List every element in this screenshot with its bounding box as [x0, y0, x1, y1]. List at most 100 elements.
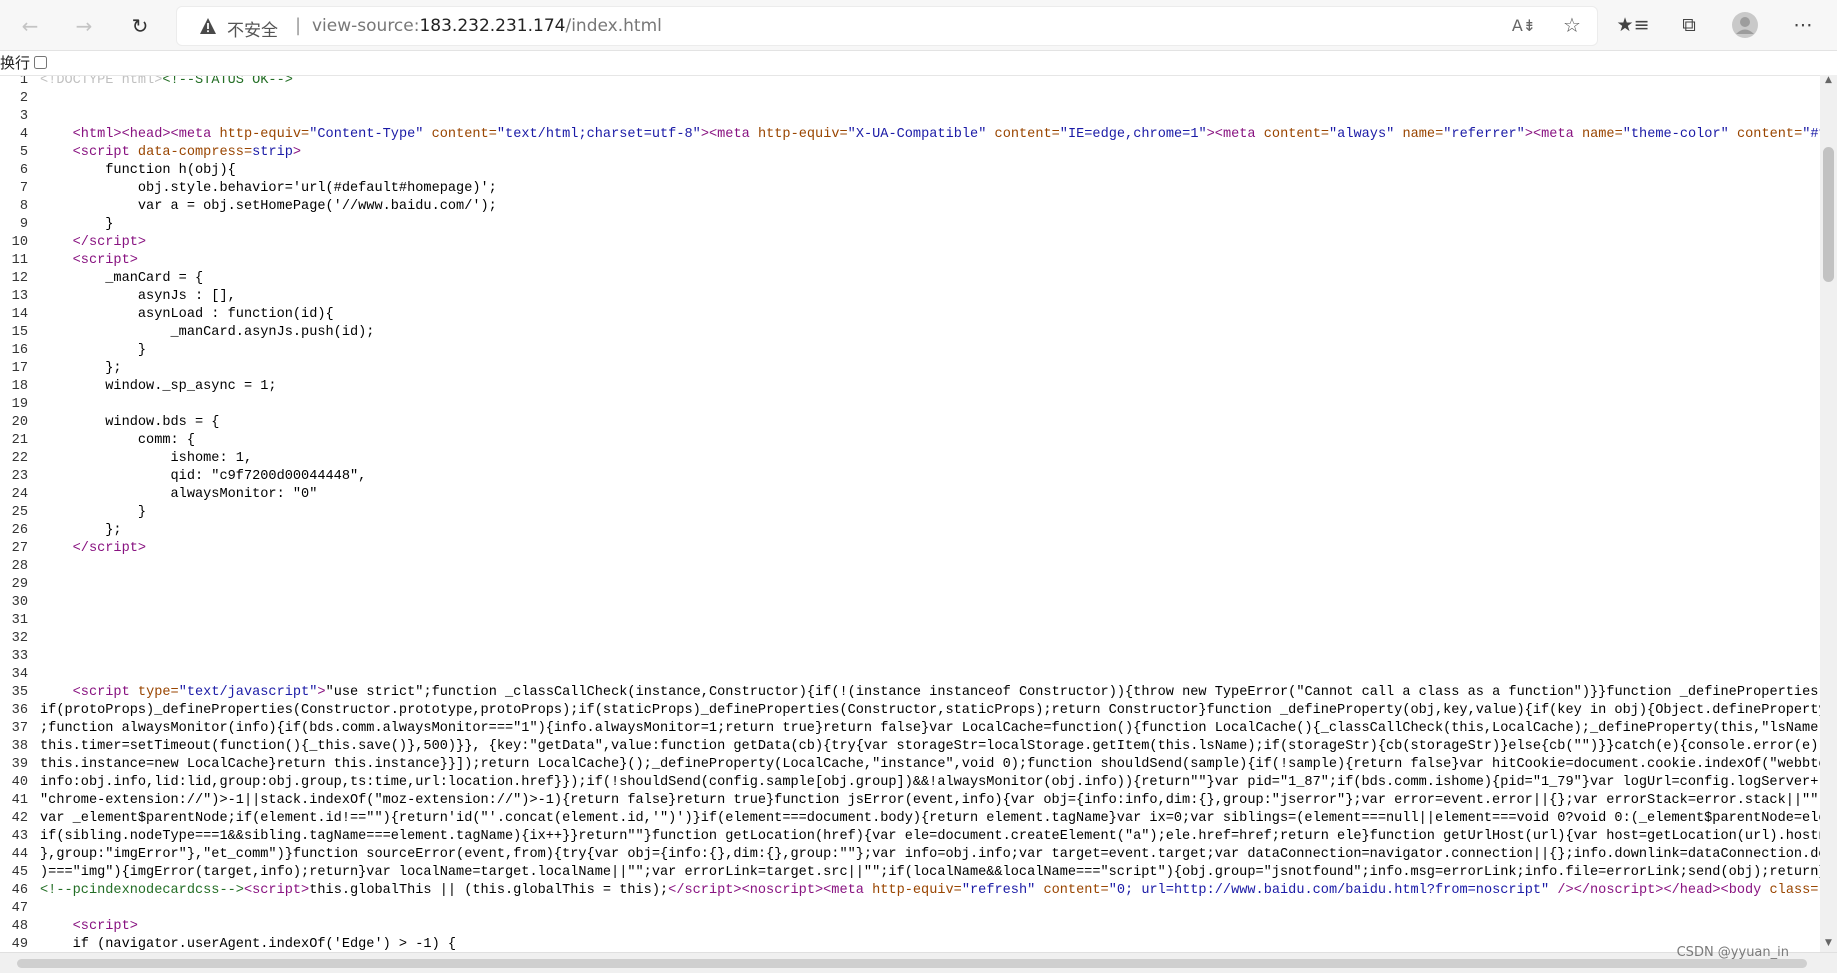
line-number: 29 — [11, 577, 28, 592]
line-code: if(sibling.nodeType===1&&sibling.tagName… — [40, 829, 1820, 844]
source-line: 45)==="img"){imgError(target,info);retur… — [0, 864, 1820, 882]
line-code: obj.style.behavior='url(#default#homepag… — [40, 181, 497, 196]
read-aloud-icon[interactable]: A⇟ — [1509, 10, 1539, 40]
source-line: 38 this.timer=setTimeout(function(){_this… — [0, 738, 1820, 756]
line-number: 12 — [11, 271, 28, 286]
line-number: 45 — [11, 865, 28, 880]
line-number: 20 — [11, 415, 28, 430]
source-line: 33 — [0, 648, 1820, 666]
line-number: 13 — [11, 289, 28, 304]
line-number: 44 — [11, 847, 28, 862]
address-bar[interactable]: 不安全 | view-source:183.232.231.174/index.… — [176, 6, 1598, 46]
line-code: <!--pcindexnodecardcss--><script>this.gl… — [40, 883, 1820, 898]
url-path: /index.html — [565, 16, 662, 36]
line-code: info:obj.info,lid:lid,group:obj.group,ts… — [40, 775, 1820, 790]
source-line: 2 — [0, 90, 1820, 108]
url-text[interactable]: view-source:183.232.231.174/index.html — [312, 16, 662, 36]
source-line: 42 var _element$parentNode;if(element.id!… — [0, 810, 1820, 828]
source-line: 24 alwaysMonitor: "0" — [0, 486, 1820, 504]
source-line: 43 if(sibling.nodeType===1&&sibling.tagNa… — [0, 828, 1820, 846]
line-code: "chrome-extension://")>-1||stack.indexOf… — [40, 793, 1820, 808]
line-number: 41 — [11, 793, 28, 808]
source-line: 31 — [0, 612, 1820, 630]
horizontal-scrollbar[interactable] — [0, 952, 1837, 973]
more-icon[interactable]: ⋯ — [1788, 10, 1818, 40]
source-line: 9 } — [0, 216, 1820, 234]
line-code: asynLoad : function(id){ — [40, 307, 334, 322]
line-number: 49 — [11, 937, 28, 952]
line-code: this.instance=new LocalCache}return this… — [40, 757, 1820, 772]
source-line: 5 <script data-compress=strip> — [0, 144, 1820, 162]
source-line: 19 — [0, 396, 1820, 414]
source-line: 40 info:obj.info,lid:lid,group:obj.group,… — [0, 774, 1820, 792]
source-line: 21 comm: { — [0, 432, 1820, 450]
source-line: 46 <!--pcindexnodecardcss--><script>this.… — [0, 882, 1820, 900]
add-favorite-icon[interactable]: ☆ — [1557, 10, 1587, 40]
line-code: } — [40, 505, 147, 520]
line-number: 21 — [11, 433, 28, 448]
source-line: 32 — [0, 630, 1820, 648]
url-host: 183.232.231.174 — [419, 16, 566, 36]
scroll-down-icon[interactable]: ▼ — [1820, 938, 1837, 952]
source-line: 7 obj.style.behavior='url(#default#homep… — [0, 180, 1820, 198]
line-number: 33 — [11, 649, 28, 664]
line-number: 5 — [19, 145, 28, 160]
source-line: 8 var a = obj.setHomePage('//www.baidu.c… — [0, 198, 1820, 216]
line-number: 16 — [11, 343, 28, 358]
line-number: 2 — [19, 91, 28, 106]
vertical-scroll-thumb[interactable] — [1823, 147, 1834, 282]
horizontal-scroll-thumb[interactable] — [17, 959, 1807, 968]
line-code: _manCard.asynJs.push(id); — [40, 325, 375, 340]
source-line: 29 — [0, 576, 1820, 594]
source-line: 48 <script> — [0, 918, 1820, 936]
forward-icon[interactable]: → — [68, 10, 100, 42]
line-number: 46 — [11, 883, 28, 898]
line-code: ishome: 1, — [40, 451, 253, 466]
line-number: 27 — [11, 541, 28, 556]
favorites-icon[interactable]: ★≡ — [1617, 10, 1650, 40]
line-code: <html><head><meta http-equiv="Content-Ty… — [72, 127, 1820, 142]
line-code: qid: "c9f7200d00044448", — [40, 469, 367, 484]
watermark: CSDN @yyuan_in — [1676, 945, 1789, 960]
security-label[interactable]: 不安全 — [227, 16, 278, 41]
source-viewer[interactable]: 1 <!DOCTYPE html><!--STATUS OK--> 2 3 4 <htm… — [0, 75, 1820, 953]
profile-icon[interactable] — [1730, 10, 1760, 40]
line-number: 4 — [19, 127, 28, 142]
line-code: var a = obj.setHomePage('//www.baidu.com… — [40, 199, 497, 214]
line-number: 25 — [11, 505, 28, 520]
line-code: <script> — [72, 253, 138, 268]
collections-icon[interactable]: ⧉ — [1674, 10, 1704, 40]
refresh-icon[interactable]: ↻ — [124, 10, 156, 42]
line-wrap-label: 换行 — [0, 53, 31, 72]
vertical-scrollbar[interactable]: ▲ ▼ — [1820, 75, 1837, 952]
line-number: 14 — [11, 307, 28, 322]
line-code: }; — [40, 523, 122, 538]
source-line: 25 } — [0, 504, 1820, 522]
source-line: 16 } — [0, 342, 1820, 360]
line-number: 18 — [11, 379, 28, 394]
line-code: if (navigator.userAgent.indexOf('Edge') … — [40, 937, 457, 952]
line-number: 1 — [19, 75, 28, 88]
line-code: window.bds = { — [40, 415, 220, 430]
source-line: 47 — [0, 900, 1820, 918]
scroll-up-icon[interactable]: ▲ — [1820, 75, 1837, 89]
line-code: function h(obj){ — [40, 163, 236, 178]
source-line: 4 <html><head><meta http-equiv="Content-… — [0, 126, 1820, 144]
source-line: 6 function h(obj){ — [0, 162, 1820, 180]
line-number: 10 — [11, 235, 28, 250]
browser-toolbar: ← → ↻ 不安全 | view-source:183.232.231.174/… — [0, 0, 1837, 51]
warning-icon[interactable] — [199, 17, 217, 35]
line-wrap-checkbox[interactable] — [34, 55, 48, 69]
source-line: 44},group:"imgError"},"et_comm")}functio… — [0, 846, 1820, 864]
source-line: 26 }; — [0, 522, 1820, 540]
line-code: if(protoProps)_defineProperties(Construc… — [40, 703, 1820, 718]
line-code: _manCard = { — [40, 271, 204, 286]
line-number: 15 — [11, 325, 28, 340]
line-wrap-bar: 换行 — [0, 51, 48, 73]
line-code: window._sp_async = 1; — [40, 379, 277, 394]
line-code: <script> — [72, 919, 138, 934]
line-number: 24 — [11, 487, 28, 502]
line-number: 8 — [19, 199, 28, 214]
back-icon[interactable]: ← — [14, 10, 46, 42]
line-number: 9 — [19, 217, 28, 232]
